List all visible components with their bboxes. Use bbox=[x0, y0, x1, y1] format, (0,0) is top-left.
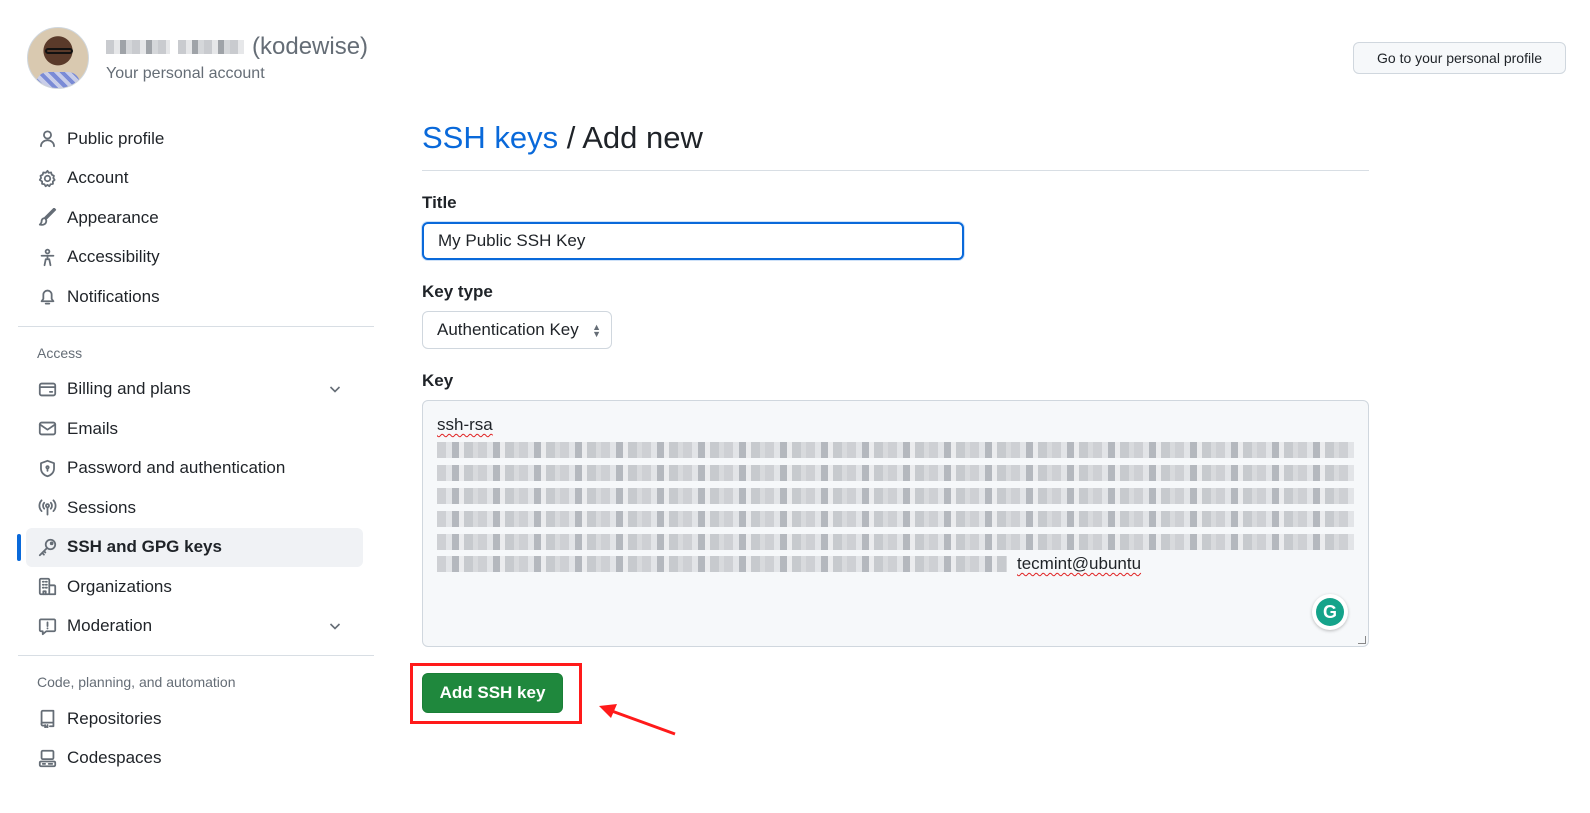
resize-handle[interactable] bbox=[1358, 636, 1366, 644]
accessibility-icon bbox=[37, 247, 57, 267]
breadcrumb-current: Add new bbox=[582, 120, 703, 155]
settings-sidebar: Public profile Account Appearance Access… bbox=[17, 119, 374, 779]
report-icon bbox=[37, 616, 57, 636]
section-label-access: Access bbox=[37, 344, 83, 361]
redacted-key-line bbox=[437, 465, 1354, 481]
sidebar-item-moderation[interactable]: Moderation bbox=[18, 607, 363, 647]
sidebar-divider bbox=[18, 325, 374, 327]
key-type-label: Key type bbox=[422, 282, 493, 301]
redacted-first-name bbox=[106, 40, 170, 54]
sidebar-item-repositories[interactable]: Repositories bbox=[18, 699, 363, 739]
add-ssh-key-form: SSH keys / Add new Title Key type Authen… bbox=[422, 120, 1369, 647]
avatar[interactable] bbox=[27, 27, 89, 89]
key-text-prefix: ssh-rsa bbox=[437, 415, 493, 434]
sidebar-item-label: Organizations bbox=[67, 576, 172, 596]
sidebar-item-label: Repositories bbox=[67, 708, 162, 728]
breadcrumb-separator: / bbox=[558, 120, 583, 155]
shield-lock-icon bbox=[37, 458, 57, 478]
page-title: SSH keys / Add new bbox=[422, 120, 1369, 171]
grammarly-button[interactable]: G bbox=[1312, 594, 1348, 630]
breadcrumb-ssh-keys-link[interactable]: SSH keys bbox=[422, 120, 558, 155]
sidebar-item-billing[interactable]: Billing and plans bbox=[18, 370, 363, 410]
account-username: (kodewise) bbox=[252, 33, 369, 60]
sidebar-item-public-profile[interactable]: Public profile bbox=[18, 119, 363, 159]
avatar-glasses bbox=[45, 48, 73, 54]
chevron-down-icon[interactable] bbox=[327, 381, 343, 397]
bell-icon bbox=[37, 287, 57, 307]
sidebar-item-label: Appearance bbox=[67, 207, 159, 227]
sidebar-item-codespaces[interactable]: Codespaces bbox=[18, 739, 363, 779]
organization-icon bbox=[37, 577, 57, 597]
sidebar-item-appearance[interactable]: Appearance bbox=[18, 198, 363, 238]
redacted-key-line bbox=[437, 488, 1354, 504]
title-input[interactable] bbox=[422, 222, 964, 260]
codespaces-icon bbox=[37, 748, 57, 768]
person-icon bbox=[37, 129, 57, 149]
sidebar-item-label: SSH and GPG keys bbox=[67, 537, 222, 557]
mail-icon bbox=[37, 419, 57, 439]
redacted-key-line bbox=[437, 556, 1007, 572]
paintbrush-icon bbox=[37, 208, 57, 228]
key-icon bbox=[37, 537, 57, 557]
sidebar-item-accessibility[interactable]: Accessibility bbox=[18, 238, 363, 278]
sidebar-item-account[interactable]: Account bbox=[18, 159, 363, 199]
sidebar-item-emails[interactable]: Emails bbox=[18, 409, 363, 449]
sidebar-item-password[interactable]: Password and authentication bbox=[18, 449, 363, 489]
title-label: Title bbox=[422, 193, 457, 212]
grammarly-icon: G bbox=[1316, 598, 1344, 626]
section-label-code: Code, planning, and automation bbox=[37, 674, 236, 690]
redacted-key-line bbox=[437, 534, 1354, 550]
sidebar-item-label: Accessibility bbox=[67, 247, 160, 267]
gear-icon bbox=[37, 168, 57, 188]
key-type-value: Authentication Key bbox=[437, 320, 579, 339]
credit-card-icon bbox=[37, 379, 57, 399]
select-arrows-icon: ▲ ▼ bbox=[592, 322, 601, 339]
chevron-down-icon[interactable] bbox=[327, 618, 343, 634]
sidebar-item-label: Account bbox=[67, 168, 129, 188]
key-textarea[interactable]: ssh-rsa tecmint@ubuntu G bbox=[422, 400, 1369, 647]
redacted-key-line bbox=[437, 442, 1354, 458]
sidebar-item-ssh-gpg-keys[interactable]: SSH and GPG keys bbox=[17, 527, 363, 567]
sidebar-item-label: Codespaces bbox=[67, 748, 162, 768]
avatar-shirt bbox=[36, 72, 80, 88]
sidebar-item-label: Moderation bbox=[67, 616, 153, 636]
sidebar-divider bbox=[18, 655, 374, 656]
account-subtitle: Your personal account bbox=[106, 65, 265, 82]
sidebar-item-label: Notifications bbox=[67, 286, 160, 306]
key-type-select[interactable]: Authentication Key ▲ ▼ bbox=[422, 311, 612, 349]
redacted-key-line bbox=[437, 511, 1354, 527]
redacted-last-name bbox=[178, 40, 244, 54]
sidebar-item-label: Emails bbox=[67, 418, 119, 438]
repo-icon bbox=[37, 709, 57, 729]
broadcast-icon bbox=[37, 498, 57, 518]
sidebar-item-notifications[interactable]: Notifications bbox=[18, 277, 363, 317]
key-text-comment: tecmint@ubuntu bbox=[1017, 554, 1142, 573]
key-label: Key bbox=[422, 371, 454, 390]
sidebar-item-label: Public profile bbox=[67, 128, 165, 148]
sidebar-item-label: Billing and plans bbox=[67, 379, 191, 399]
add-ssh-key-button[interactable]: Add SSH key bbox=[422, 673, 563, 713]
annotation-arrow-icon bbox=[599, 704, 676, 736]
go-to-profile-button[interactable]: Go to your personal profile bbox=[1353, 42, 1566, 74]
sidebar-item-label: Sessions bbox=[67, 497, 136, 517]
account-header: (kodewise) Your personal account bbox=[27, 27, 368, 89]
sidebar-item-sessions[interactable]: Sessions bbox=[18, 488, 363, 528]
sidebar-item-label: Password and authentication bbox=[67, 458, 286, 478]
sidebar-item-organizations[interactable]: Organizations bbox=[18, 567, 363, 607]
account-name: (kodewise) bbox=[106, 33, 368, 61]
